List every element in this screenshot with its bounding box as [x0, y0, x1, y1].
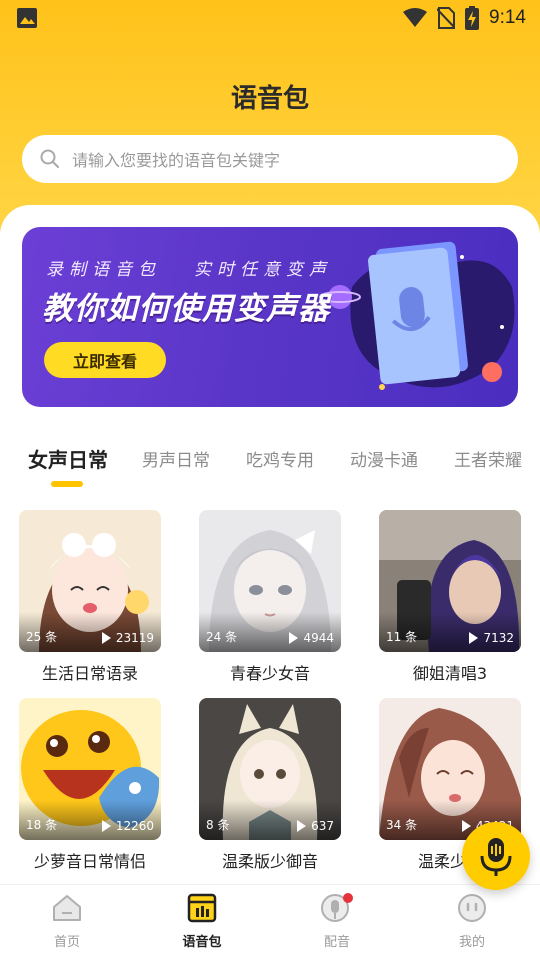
gallery-icon [17, 8, 37, 28]
floating-voice-button[interactable] [462, 822, 530, 890]
play-icon [101, 820, 111, 832]
voice-pack-title: 少萝音日常情侣 [33, 852, 146, 871]
nav-profile[interactable]: 我的 [432, 893, 512, 950]
voice-pack-card[interactable]: 8 条 637 温柔版少御音 [199, 698, 341, 872]
voice-pack-thumbnail: 25 条 23119 [19, 510, 161, 652]
voice-pack-title: 御姐清唱3 [412, 664, 488, 683]
nav-dubbing-label: 配音 [323, 935, 350, 950]
search-bar[interactable]: 请输入您要找的语音包关键字 [22, 135, 518, 183]
play-count: 23119 [101, 631, 154, 645]
notification-badge [343, 893, 353, 903]
clip-count: 25 条 [26, 630, 58, 644]
promo-banner[interactable]: 录制语音包 实时任意变声 教你如何使用变声器 立即查看 [22, 227, 518, 407]
page-title: 语音包 [230, 84, 309, 114]
voice-pack-title: 生活日常语录 [41, 664, 138, 683]
profile-icon [458, 894, 486, 922]
nav-home[interactable]: 首页 [27, 893, 107, 950]
tab-female-daily[interactable]: 女声日常 [28, 444, 108, 473]
banner-subtitle-left: 录制语音包 [46, 260, 161, 280]
tab-pubg[interactable]: 吃鸡专用 [246, 446, 314, 471]
play-count-value: 12260 [115, 819, 154, 833]
battery-charging-icon [465, 6, 480, 30]
voice-pack-card[interactable]: 25 条 23119 生活日常语录 [19, 510, 161, 684]
clip-count: 18 条 [26, 818, 58, 832]
nav-voice-pack-label: 语音包 [182, 935, 222, 950]
search-icon [40, 149, 59, 168]
voice-pack-thumbnail: 8 条 637 [199, 698, 341, 840]
play-count: 12260 [101, 819, 154, 833]
banner-view-button[interactable]: 立即查看 [44, 342, 166, 378]
voice-pack-card[interactable]: 24 条 4944 青春少女音 [199, 510, 341, 684]
microphone-icon [480, 838, 512, 876]
play-count: 7132 [469, 631, 514, 645]
voice-pack-thumbnail: 11 条 7132 [379, 510, 521, 652]
tab-anime[interactable]: 动漫卡通 [350, 446, 418, 471]
clock: 9:14 [489, 7, 526, 28]
play-icon [289, 632, 299, 644]
play-count-value: 4944 [303, 631, 334, 645]
clip-count: 11 条 [386, 630, 418, 644]
nav-profile-label: 我的 [458, 935, 485, 950]
voice-pack-thumbnail: 24 条 4944 [199, 510, 341, 652]
no-sim-icon [437, 7, 456, 29]
play-count: 637 [297, 819, 334, 833]
nav-voice-pack[interactable]: 语音包 [162, 893, 242, 950]
play-icon [101, 632, 111, 644]
play-icon [469, 632, 479, 644]
category-tabs: 女声日常 男声日常 吃鸡专用 动漫卡通 王者荣耀 [0, 440, 540, 480]
play-icon [297, 820, 307, 832]
play-icon [461, 820, 471, 832]
play-count-value: 7132 [483, 631, 514, 645]
microphone-icon [321, 893, 353, 922]
tab-male-daily[interactable]: 男声日常 [142, 446, 210, 471]
clip-count: 8 条 [206, 818, 230, 832]
wifi-icon [403, 8, 428, 27]
nav-dubbing[interactable]: 配音 [297, 893, 377, 950]
voice-pack-title: 青春少女音 [229, 664, 310, 683]
banner-title: 教你如何使用变声器 [42, 291, 330, 327]
voice-pack-card[interactable]: 11 条 7132 御姐清唱3 [379, 510, 521, 684]
clip-count: 34 条 [386, 818, 418, 832]
clip-count: 24 条 [206, 630, 238, 644]
bottom-nav: 首页 语音包 配音 我的 [0, 884, 540, 960]
tab-indicator [51, 481, 83, 487]
voice-pack-icon [187, 893, 217, 923]
banner-subtitle-right: 实时任意变声 [194, 260, 332, 280]
voice-pack-thumbnail: 18 条 12260 [19, 698, 161, 840]
nav-home-label: 首页 [53, 935, 80, 950]
voice-pack-card[interactable]: 18 条 12260 少萝音日常情侣 [19, 698, 161, 872]
search-input[interactable]: 请输入您要找的语音包关键字 [72, 147, 280, 171]
play-count-value: 637 [311, 819, 334, 833]
play-count: 4944 [289, 631, 334, 645]
voice-pack-title: 温柔版少御音 [221, 852, 318, 871]
tab-honor-of-kings[interactable]: 王者荣耀 [454, 446, 522, 471]
play-count-value: 23119 [115, 631, 154, 645]
home-icon [53, 895, 81, 921]
status-bar: 9:14 [0, 0, 540, 36]
voice-pack-thumbnail: 34 条 43421 [379, 698, 521, 840]
